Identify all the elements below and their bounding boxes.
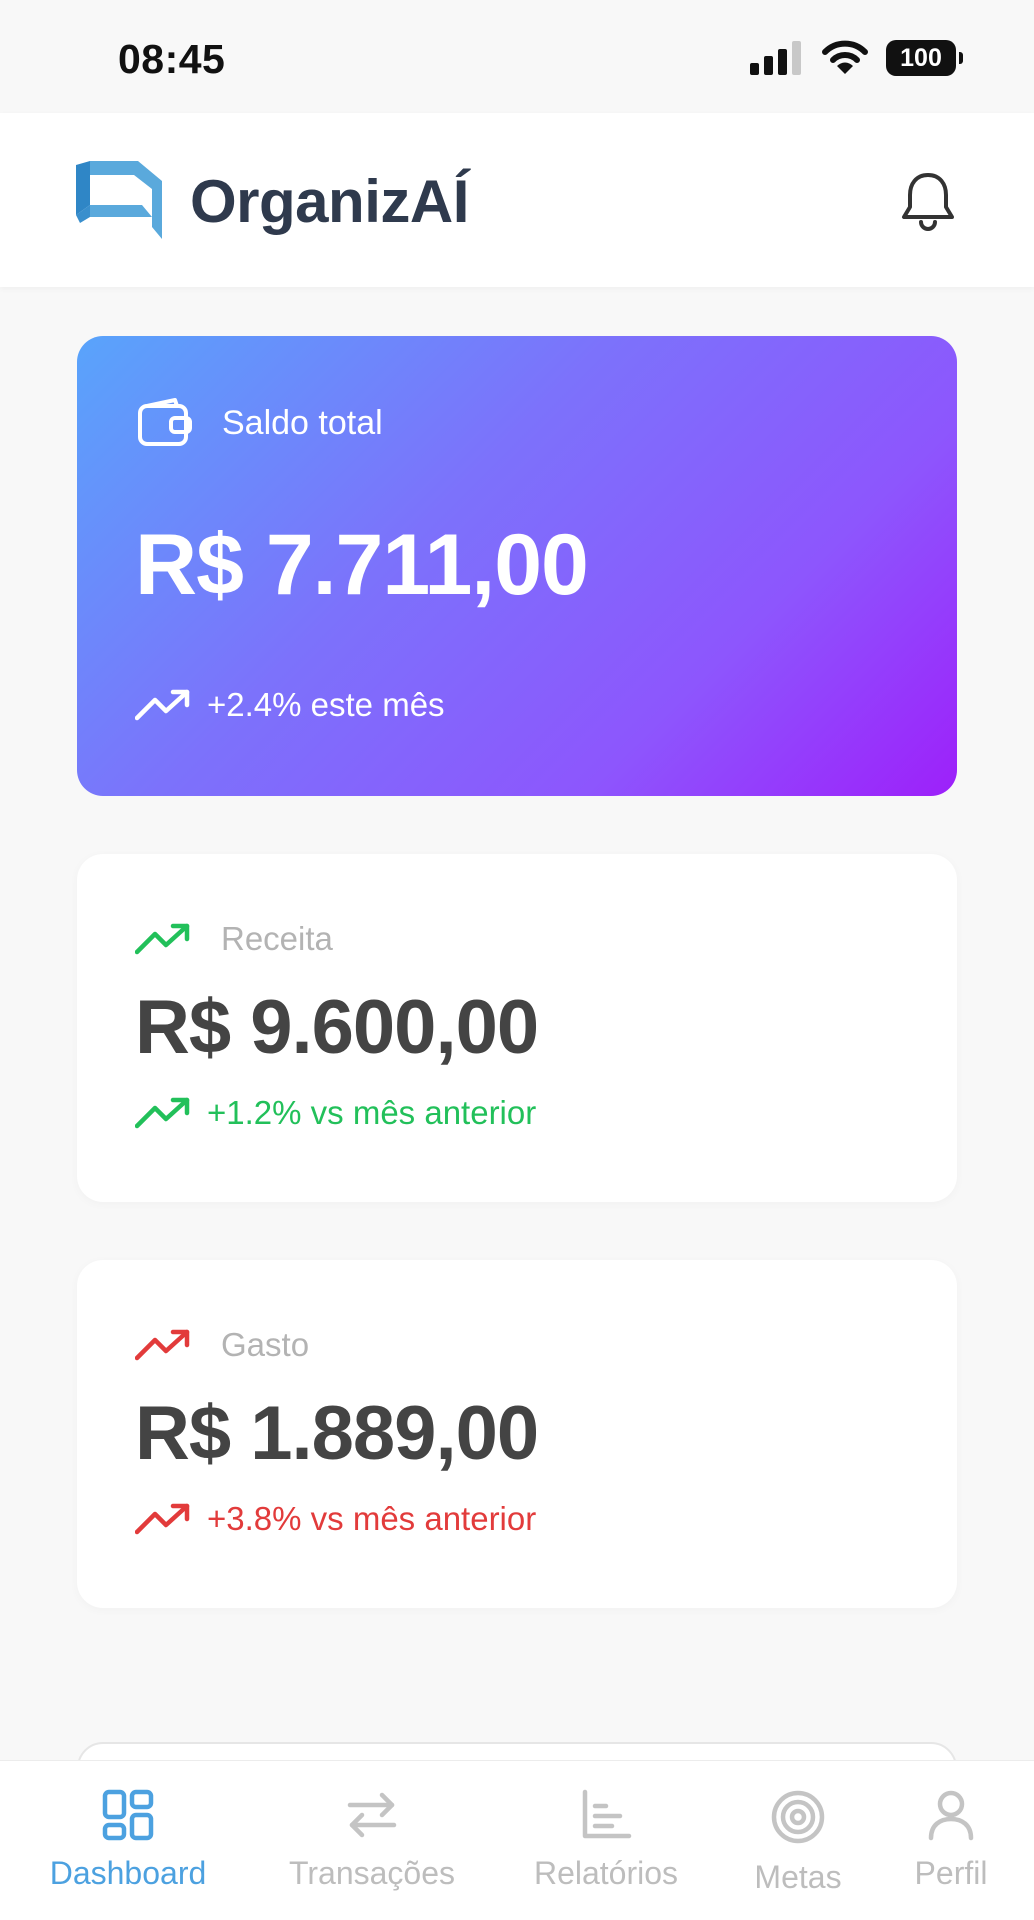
trending-up-icon bbox=[135, 923, 190, 955]
expense-value: R$ 1.889,00 bbox=[135, 1391, 539, 1476]
income-value: R$ 9.600,00 bbox=[135, 985, 539, 1070]
trending-up-icon bbox=[135, 1097, 190, 1129]
balance-value: R$ 7.711,00 bbox=[135, 517, 589, 613]
nav-item-transacoes[interactable]: Transações bbox=[272, 1761, 472, 1920]
nav-label-dashboard: Dashboard bbox=[49, 1855, 207, 1891]
trending-up-icon bbox=[135, 1329, 190, 1361]
wallet-icon bbox=[138, 398, 192, 446]
bottom-navigation: Dashboard Transações Relatórios Metas Pe… bbox=[0, 1760, 1034, 1920]
balance-card[interactable]: Saldo total R$ 7.711,00 +2.4% este mês bbox=[77, 336, 957, 796]
income-label: Receita bbox=[221, 920, 333, 957]
screen: 08:45 100 OrganizAÍ Saldo total R$ 7.711… bbox=[0, 0, 1034, 1920]
balance-label: Saldo total bbox=[222, 404, 383, 442]
arrows-swap-icon bbox=[347, 1792, 397, 1838]
income-card[interactable]: Receita R$ 9.600,00 +1.2% vs mês anterio… bbox=[77, 854, 957, 1202]
expense-trend-text: +3.8% vs mês anterior bbox=[207, 1500, 537, 1537]
user-icon bbox=[928, 1790, 974, 1841]
nav-item-dashboard[interactable]: Dashboard bbox=[30, 1761, 226, 1920]
bar-chart-icon bbox=[582, 1789, 632, 1839]
status-time: 08:45 bbox=[118, 36, 226, 82]
trending-up-icon bbox=[135, 689, 190, 721]
nav-item-metas[interactable]: Metas bbox=[738, 1761, 858, 1920]
nav-item-perfil[interactable]: Perfil bbox=[900, 1761, 1002, 1920]
nav-label-metas: Metas bbox=[754, 1859, 842, 1895]
income-header: Receita bbox=[135, 920, 333, 958]
nav-label-perfil: Perfil bbox=[914, 1855, 988, 1891]
nav-label-relatorios: Relatórios bbox=[533, 1855, 679, 1891]
status-icons: 100 bbox=[750, 40, 963, 76]
target-icon bbox=[771, 1790, 825, 1844]
app-header: OrganizAÍ bbox=[0, 113, 1034, 287]
expense-label: Gasto bbox=[221, 1326, 310, 1363]
app-logo-icon bbox=[76, 161, 162, 239]
trending-up-icon bbox=[135, 1503, 190, 1535]
battery-level: 100 bbox=[900, 43, 942, 72]
income-trend-text: +1.2% vs mês anterior bbox=[207, 1094, 537, 1131]
income-trend: +1.2% vs mês anterior bbox=[135, 1094, 536, 1132]
status-bar: 08:45 100 bbox=[0, 0, 1034, 113]
battery-indicator: 100 bbox=[886, 40, 963, 76]
balance-trend-text: +2.4% este mês bbox=[207, 686, 445, 723]
signal-icon bbox=[750, 41, 801, 75]
nav-label-transacoes: Transações bbox=[289, 1855, 455, 1891]
expense-card[interactable]: Gasto R$ 1.889,00 +3.8% vs mês anterior bbox=[77, 1260, 957, 1608]
expense-trend: +3.8% vs mês anterior bbox=[135, 1500, 536, 1538]
balance-trend: +2.4% este mês bbox=[135, 686, 445, 724]
app-title: OrganizAÍ bbox=[190, 168, 469, 235]
expense-header: Gasto bbox=[135, 1326, 309, 1364]
wifi-icon bbox=[822, 40, 868, 74]
nav-item-relatorios[interactable]: Relatórios bbox=[512, 1761, 700, 1920]
notification-bell-icon[interactable] bbox=[900, 169, 956, 233]
dashboard-icon bbox=[102, 1789, 154, 1841]
